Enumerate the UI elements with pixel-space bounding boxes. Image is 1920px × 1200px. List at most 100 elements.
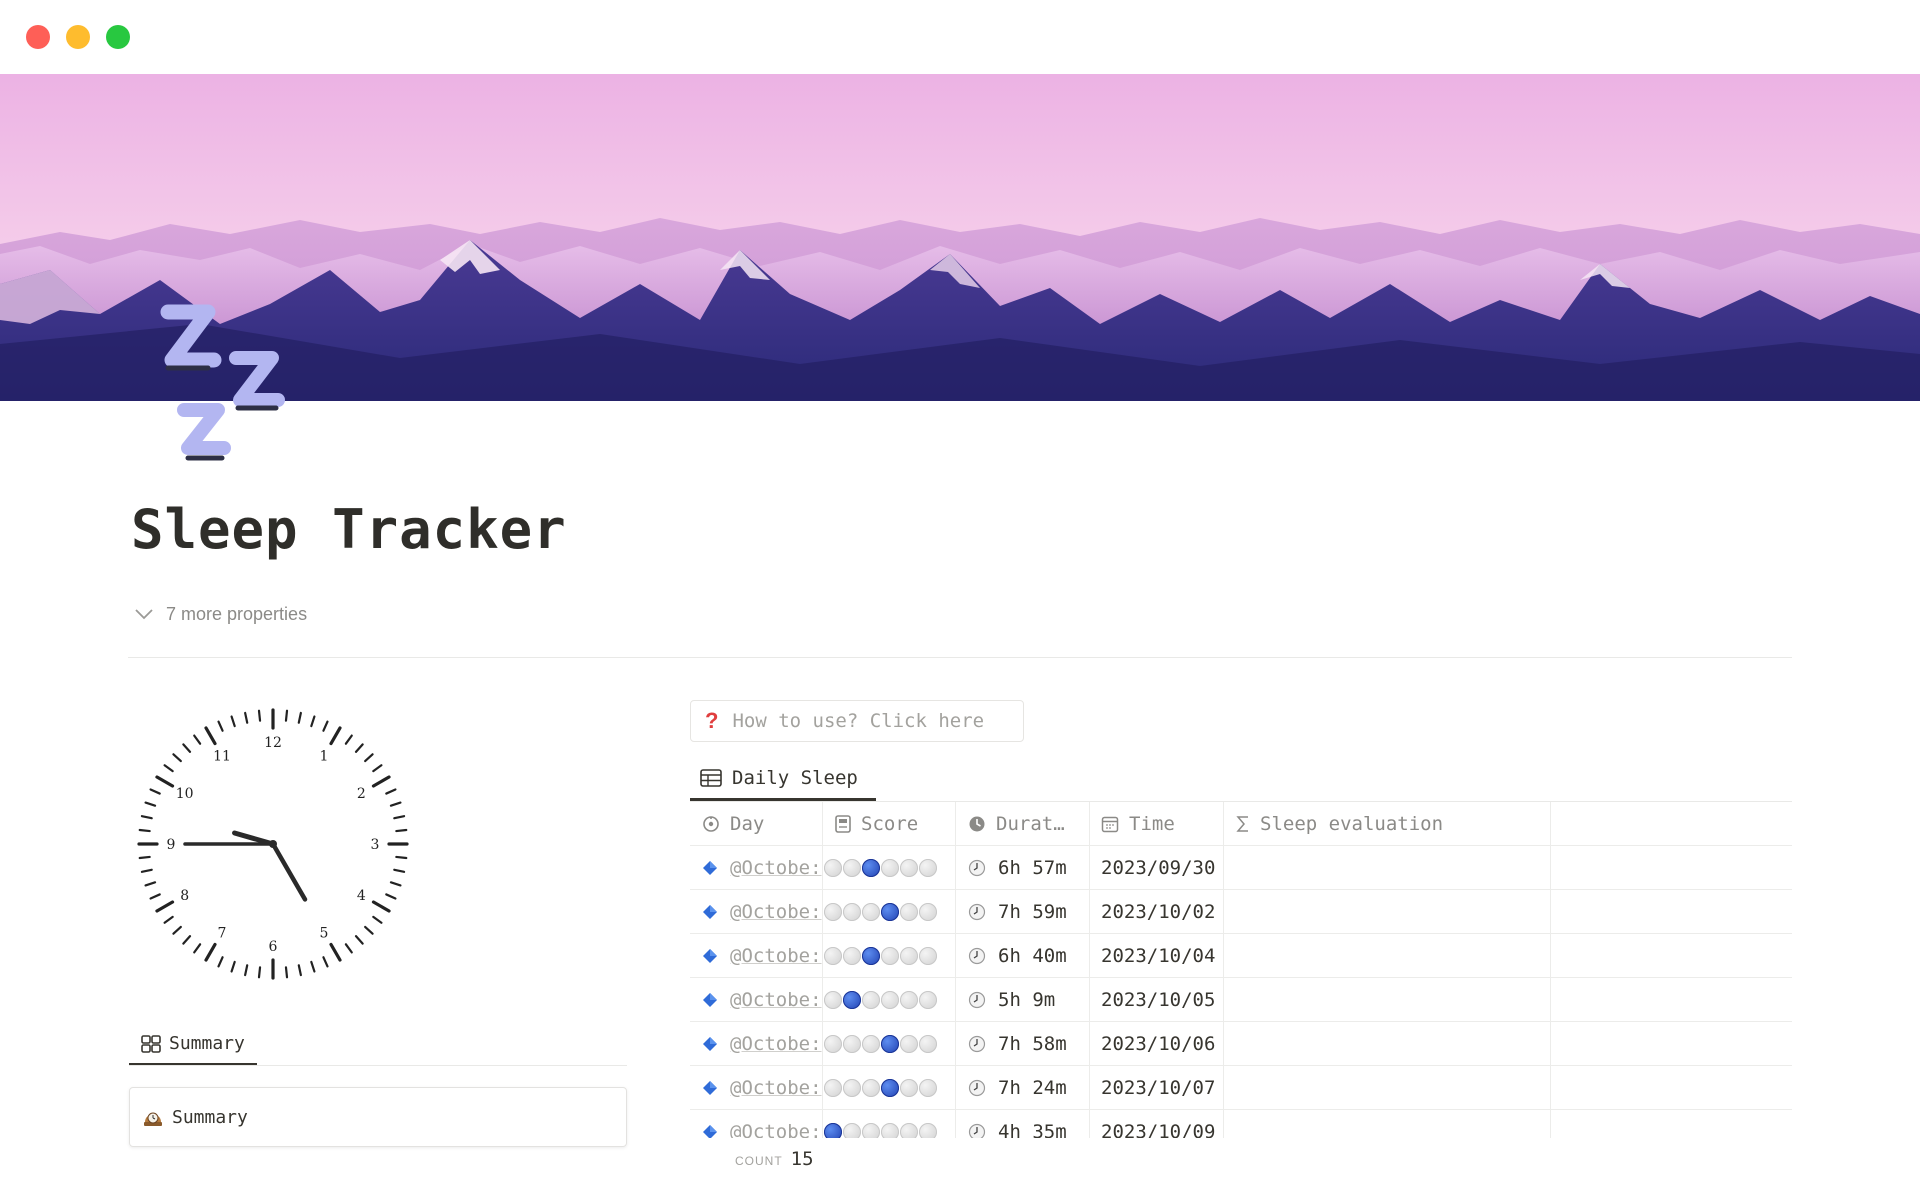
cell-time[interactable]: 2023/10/06 [1090,1022,1224,1065]
cell-time[interactable]: 2023/10/05 [1090,978,1224,1021]
clock-minor-tick [172,925,182,935]
cell-score[interactable] [823,1110,956,1138]
cell-time[interactable]: 2023/10/07 [1090,1066,1224,1109]
cell-time[interactable]: 2023/10/09 [1090,1110,1224,1138]
column-header-duration-label: Durat… [996,812,1065,835]
cell-score[interactable] [823,890,956,933]
day-mention-link[interactable]: @Octobe: [730,1033,822,1055]
cell-day[interactable]: @Octobe: [690,1066,823,1109]
cell-duration[interactable]: 7h 24m [956,1066,1090,1109]
cell-day[interactable]: @Octobe: [690,1110,823,1138]
close-window-button[interactable] [26,25,50,49]
cell-sleep-evaluation[interactable] [1224,890,1551,933]
cell-score[interactable] [823,1066,956,1109]
more-properties-label: 7 more properties [166,603,308,624]
clock-minor-tick [172,753,182,763]
cell-day[interactable]: @Octobe: [690,978,823,1021]
time-value: 2023/10/04 [1101,944,1216,967]
cell-duration[interactable]: 4h 35m [956,1110,1090,1138]
day-mention-link[interactable]: @Octobe: [730,989,822,1011]
column-header-day-label: Day [730,812,765,835]
table-count-footer[interactable]: COUNT 15 [735,1148,814,1170]
column-header-duration[interactable]: Durat… [956,802,1090,845]
column-header-time-label: Time [1129,812,1175,835]
score-dot [919,858,937,877]
clock-minor-tick [389,881,402,887]
cell-duration[interactable]: 6h 40m [956,934,1090,977]
how-to-use-link[interactable]: ? How to use? Click here [690,700,1024,742]
clock-minor-tick [193,943,202,954]
clock-minor-tick [193,734,202,745]
table-row[interactable]: @Octobe: 7h 24m 2023/10/07 [690,1066,1792,1110]
score-rating [824,1122,937,1138]
score-dot [843,858,861,877]
tab-summary[interactable]: Summary [129,1024,257,1066]
duration-value: 6h 40m [998,944,1067,967]
column-header-sleep-evaluation-label: Sleep evaluation [1260,812,1444,835]
day-mention-link[interactable]: @Octobe: [730,857,822,879]
count-label: COUNT [735,1154,783,1168]
cell-score[interactable] [823,934,956,977]
day-mention-link[interactable]: @Octobe: [730,945,822,967]
cell-duration[interactable]: 7h 58m [956,1022,1090,1065]
cell-score[interactable] [823,1022,956,1065]
score-dot [881,1078,899,1097]
cell-sleep-evaluation[interactable] [1224,978,1551,1021]
time-value: 2023/10/05 [1101,988,1216,1011]
clock-minor-tick [140,868,153,873]
cell-duration[interactable]: 7h 59m [956,890,1090,933]
question-icon: ? [705,708,719,733]
zoom-window-button[interactable] [106,25,130,49]
column-header-sleep-evaluation[interactable]: Sleep evaluation [1224,802,1551,845]
zzz-icon[interactable] [150,300,310,475]
diamond-icon [703,948,717,963]
score-dot [843,1034,861,1053]
table-row[interactable]: @Octobe: 4h 35m 2023/10/09 [690,1110,1792,1138]
cell-duration[interactable]: 5h 9m [956,978,1090,1021]
day-mention-link[interactable]: @Octobe: [730,1077,822,1099]
clock-minor-tick [354,743,364,753]
column-header-score[interactable]: Score [823,802,956,845]
column-header-score-label: Score [861,812,919,835]
cell-sleep-evaluation[interactable] [1224,1022,1551,1065]
table-row[interactable]: @Octobe: 6h 40m 2023/10/04 [690,934,1792,978]
more-properties-toggle[interactable]: 7 more properties [134,600,307,628]
score-dot [881,1034,899,1053]
score-dot [919,946,937,965]
cell-duration[interactable]: 6h 57m [956,846,1090,889]
minimize-window-button[interactable] [66,25,90,49]
number-icon [835,814,851,833]
day-mention-link[interactable]: @Octobe: [730,901,822,923]
cell-score[interactable] [823,846,956,889]
cell-day[interactable]: @Octobe: [690,934,823,977]
table-row[interactable]: @Octobe: 7h 58m 2023/10/06 [690,1022,1792,1066]
tab-daily-sleep[interactable]: Daily Sleep [690,757,876,801]
table-row[interactable]: @Octobe: 5h 9m 2023/10/05 [690,978,1792,1022]
clock-minor-tick [297,711,302,724]
cell-day[interactable]: @Octobe: [690,1022,823,1065]
page-title[interactable]: Sleep Tracker [131,498,567,561]
table-row[interactable]: @Octobe: 6h 57m 2023/09/30 [690,846,1792,890]
table-row[interactable]: @Octobe: 7h 59m 2023/10/02 [690,890,1792,934]
cell-time[interactable]: 2023/09/30 [1090,846,1224,889]
cell-sleep-evaluation[interactable] [1224,1066,1551,1109]
score-dot [919,902,937,921]
cell-day[interactable]: @Octobe: [690,890,823,933]
clock-minor-tick [230,715,236,728]
cell-time[interactable]: 2023/10/02 [1090,890,1224,933]
sigma-icon [1236,815,1248,832]
cell-sleep-evaluation[interactable] [1224,1110,1551,1138]
score-rating [824,990,937,1009]
day-mention-link[interactable]: @Octobe: [730,1121,822,1139]
clock-minor-tick [310,715,316,728]
summary-card[interactable]: Summary [129,1087,627,1147]
score-dot [824,1078,842,1097]
cell-day[interactable]: @Octobe: [690,846,823,889]
clock-minor-tick [144,801,157,807]
cell-time[interactable]: 2023/10/04 [1090,934,1224,977]
column-header-time[interactable]: Time [1090,802,1224,845]
column-header-day[interactable]: Day [690,802,823,845]
cell-sleep-evaluation[interactable] [1224,846,1551,889]
cell-sleep-evaluation[interactable] [1224,934,1551,977]
cell-score[interactable] [823,978,956,1021]
